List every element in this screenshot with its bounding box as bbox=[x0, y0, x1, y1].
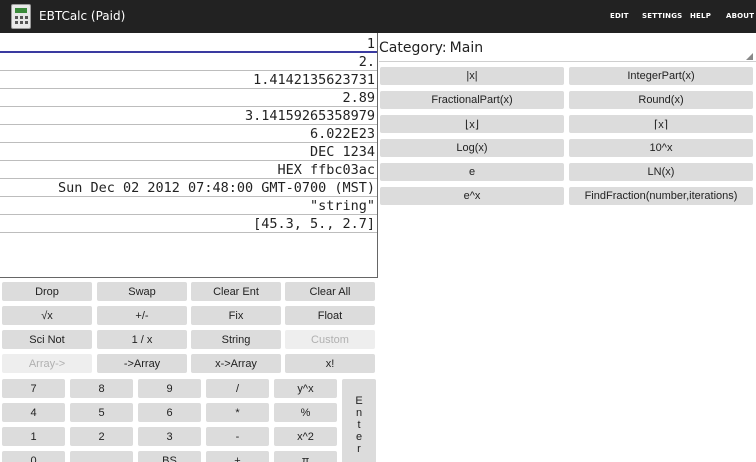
fix-button[interactable]: Fix bbox=[191, 306, 281, 325]
function-button[interactable]: FindFraction(number,iterations) bbox=[569, 187, 753, 205]
function-button[interactable]: Round(x) bbox=[569, 91, 753, 109]
float-button[interactable]: Float bbox=[285, 306, 375, 325]
stack-entry[interactable]: 2.89 bbox=[0, 89, 377, 107]
sci-not-button[interactable]: Sci Not bbox=[2, 330, 92, 349]
key-power[interactable]: y^x bbox=[274, 379, 337, 398]
key-4[interactable]: 4 bbox=[2, 403, 65, 422]
category-value: Main bbox=[449, 40, 484, 56]
stack-entry[interactable]: 6.022E23 bbox=[0, 125, 377, 143]
enter-letter: r bbox=[357, 442, 361, 455]
clear-entry-button[interactable]: Clear Ent bbox=[191, 282, 281, 301]
stack-entry[interactable]: [45.3, 5., 2.7] bbox=[0, 215, 377, 233]
key-7[interactable]: 7 bbox=[2, 379, 65, 398]
x-to-array-button[interactable]: x->Array bbox=[191, 354, 281, 373]
key-5[interactable]: 5 bbox=[70, 403, 133, 422]
enter-button[interactable]: E n t e r bbox=[342, 379, 376, 462]
negate-button[interactable]: +/- bbox=[97, 306, 187, 325]
function-button[interactable]: FractionalPart(x) bbox=[380, 91, 564, 109]
category-selector[interactable]: Category: Main bbox=[379, 40, 483, 56]
menu-edit[interactable]: EDIT bbox=[610, 12, 629, 20]
calculator-icon bbox=[11, 4, 31, 29]
key-square[interactable]: x^2 bbox=[274, 427, 337, 446]
custom-button[interactable]: Custom bbox=[285, 330, 375, 349]
key-0[interactable]: 0 bbox=[2, 451, 65, 462]
menu-settings[interactable]: SETTINGS bbox=[642, 12, 682, 20]
key-multiply[interactable]: * bbox=[206, 403, 269, 422]
stack-entry[interactable]: DEC 1234 bbox=[0, 143, 377, 161]
key-decimal[interactable] bbox=[70, 451, 133, 462]
enter-letter: t bbox=[357, 418, 361, 431]
enter-letter: E bbox=[355, 394, 363, 407]
key-pi[interactable]: π bbox=[274, 451, 337, 462]
category-label: Category: bbox=[379, 40, 447, 56]
function-button[interactable]: e^x bbox=[380, 187, 564, 205]
key-subtract[interactable]: - bbox=[206, 427, 269, 446]
stack-entry[interactable]: 1 bbox=[0, 35, 377, 53]
enter-letter: e bbox=[355, 430, 363, 443]
function-button[interactable]: |x| bbox=[380, 67, 564, 85]
app-title: EBTCalc (Paid) bbox=[39, 9, 126, 23]
key-9[interactable]: 9 bbox=[138, 379, 201, 398]
stack-display[interactable]: 1 2. 1.4142135623731 2.89 3.141592653589… bbox=[0, 33, 378, 278]
enter-letter: n bbox=[355, 406, 363, 419]
to-array-button[interactable]: ->Array bbox=[97, 354, 187, 373]
function-button[interactable]: Log(x) bbox=[380, 139, 564, 157]
factorial-button[interactable]: x! bbox=[285, 354, 375, 373]
sqrt-button[interactable]: √x bbox=[2, 306, 92, 325]
function-button[interactable]: ⌊x⌋ bbox=[380, 115, 564, 133]
clear-all-button[interactable]: Clear All bbox=[285, 282, 375, 301]
key-add[interactable]: + bbox=[206, 451, 269, 462]
key-percent[interactable]: % bbox=[274, 403, 337, 422]
stack-entry[interactable]: 3.14159265358979 bbox=[0, 107, 377, 125]
stack-entry[interactable]: 2. bbox=[0, 53, 377, 71]
reciprocal-button[interactable]: 1 / x bbox=[97, 330, 187, 349]
key-8[interactable]: 8 bbox=[70, 379, 133, 398]
key-3[interactable]: 3 bbox=[138, 427, 201, 446]
drop-button[interactable]: Drop bbox=[2, 282, 92, 301]
menu-help[interactable]: HELP bbox=[690, 12, 711, 20]
stack-entry[interactable]: 1.4142135623731 bbox=[0, 71, 377, 89]
stack-entry[interactable]: "string" bbox=[0, 197, 377, 215]
array-explode-button[interactable]: Array-> bbox=[2, 354, 92, 373]
category-divider bbox=[379, 61, 756, 62]
function-button[interactable]: IntegerPart(x) bbox=[569, 67, 753, 85]
spinner-triangle-icon[interactable] bbox=[746, 53, 753, 60]
stack-entry[interactable]: HEX ffbc03ac bbox=[0, 161, 377, 179]
key-6[interactable]: 6 bbox=[138, 403, 201, 422]
function-button[interactable]: ⌈x⌉ bbox=[569, 115, 753, 133]
stack-entry[interactable]: Sun Dec 02 2012 07:48:00 GMT-0700 (MST) bbox=[0, 179, 377, 197]
function-button[interactable]: 10^x bbox=[569, 139, 753, 157]
string-button[interactable]: String bbox=[191, 330, 281, 349]
swap-button[interactable]: Swap bbox=[97, 282, 187, 301]
function-button[interactable]: LN(x) bbox=[569, 163, 753, 181]
menu-about[interactable]: ABOUT bbox=[726, 12, 754, 20]
key-1[interactable]: 1 bbox=[2, 427, 65, 446]
action-bar: EBTCalc (Paid) EDIT SETTINGS HELP ABOUT bbox=[0, 0, 756, 33]
function-button[interactable]: e bbox=[380, 163, 564, 181]
key-divide[interactable]: / bbox=[206, 379, 269, 398]
key-2[interactable]: 2 bbox=[70, 427, 133, 446]
key-backspace[interactable]: BS bbox=[138, 451, 201, 462]
